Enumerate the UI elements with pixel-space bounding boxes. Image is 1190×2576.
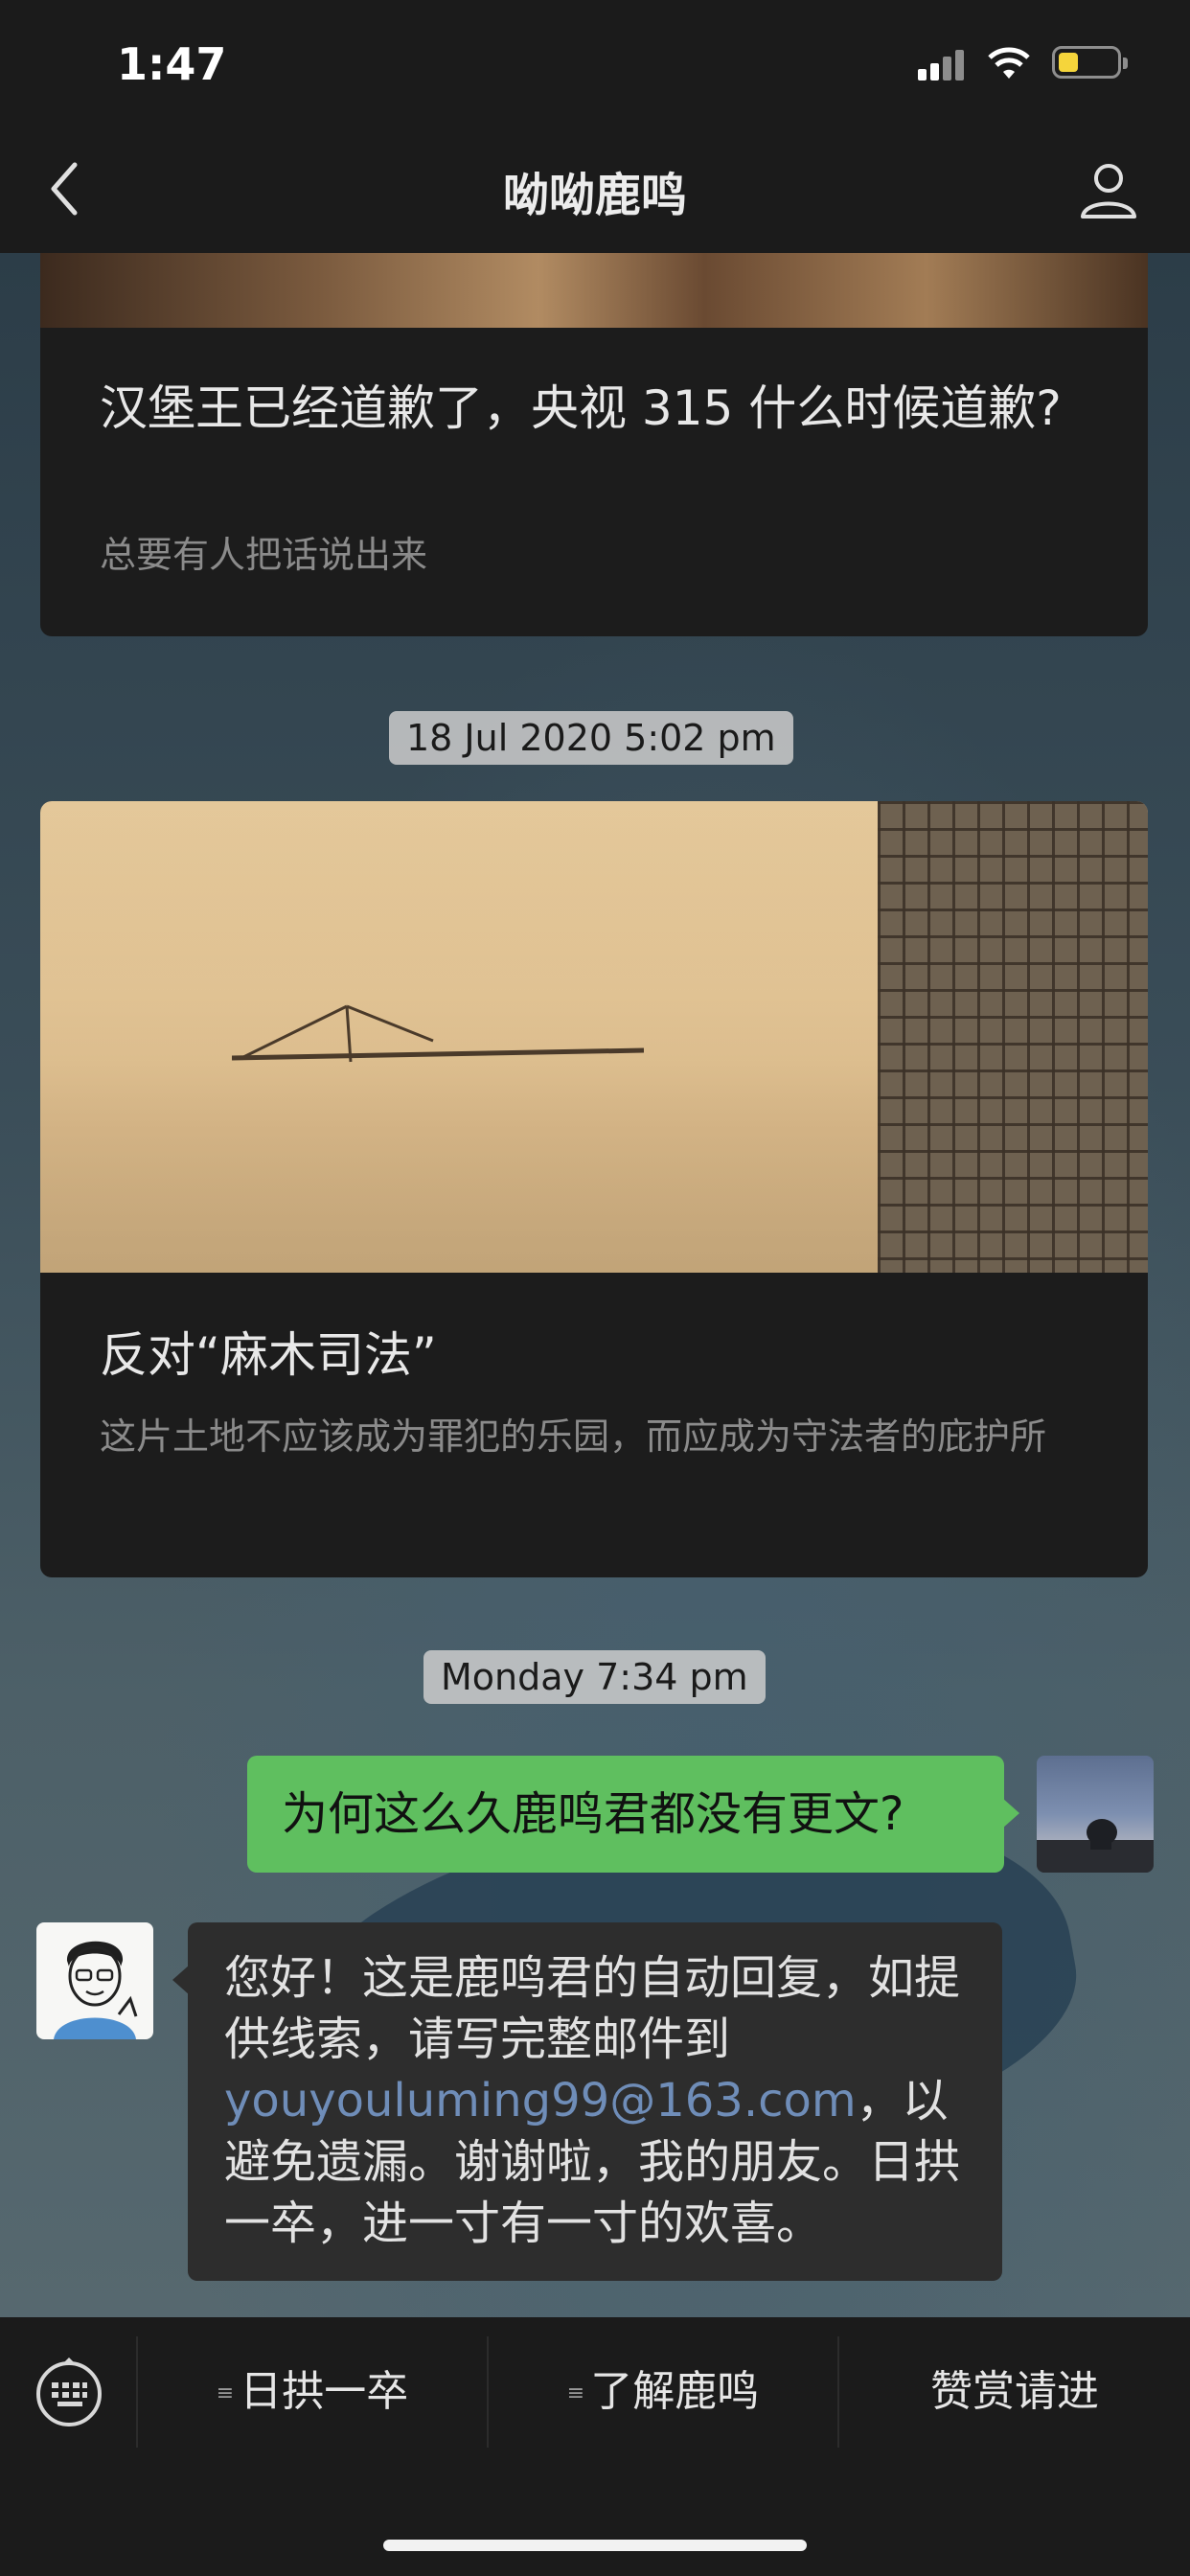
user-avatar[interactable] (1037, 1756, 1154, 1873)
article-title: 反对“麻木司法” (100, 1327, 437, 1383)
article-cover-image (40, 253, 1148, 328)
article-title: 汉堡王已经道歉了，央视 315 什么时候道歉? (100, 380, 1062, 436)
menu-item-label: 了解鹿鸣 (590, 2367, 760, 2416)
official-account-avatar[interactable] (36, 1922, 153, 2039)
official-account-menu-bar: ≡ 日拱一卒 ≡ 了解鹿鸣 赞赏请进 (0, 2317, 1190, 2576)
cellular-signal-icon (918, 48, 966, 80)
keyboard-toggle-icon[interactable] (33, 2356, 105, 2428)
top-bar: 1:47 呦呦鹿鸣 (0, 0, 1190, 253)
menu-item-label: 赞赏请进 (930, 2367, 1099, 2416)
reply-text: 您好！这是鹿鸣君的自动回复，如提供线索，请写完整邮件到 (224, 1951, 961, 2066)
wifi-icon (988, 47, 1030, 79)
article-subtitle: 这片土地不应该成为罪犯的乐园，而应成为守法者的庇护所 (100, 1415, 1047, 1458)
article-card[interactable]: 反对“麻木司法” 这片土地不应该成为罪犯的乐园，而应成为守法者的庇护所 (40, 801, 1148, 1577)
article-card[interactable]: 汉堡王已经道歉了，央视 315 什么时候道歉? 总要有人把话说出来 (40, 253, 1148, 636)
battery-icon (1052, 46, 1128, 79)
page-title: 呦呦鹿鸣 (502, 169, 687, 222)
submenu-icon: ≡ (566, 2381, 585, 2405)
article-subtitle: 总要有人把话说出来 (100, 534, 428, 576)
chat-timestamp: 18 Jul 2020 5:02 pm (389, 711, 793, 765)
profile-icon[interactable] (1077, 159, 1140, 222)
status-time: 1:47 (117, 38, 227, 90)
submenu-icon: ≡ (216, 2381, 235, 2405)
sent-message-bubble[interactable]: 为何这么久鹿鸣君都没有更文? (247, 1756, 1019, 1873)
menu-item-label: 日拱一卒 (240, 2367, 409, 2416)
article-cover-image (40, 801, 1148, 1273)
menu-item-about[interactable]: ≡ 了解鹿鸣 (489, 2333, 837, 2451)
email-link[interactable]: youyouluming99@163.com (224, 2074, 857, 2128)
chat-timestamp: Monday 7:34 pm (423, 1650, 766, 1704)
home-indicator[interactable] (383, 2540, 807, 2551)
received-message-bubble[interactable]: 您好！这是鹿鸣君的自动回复，如提供线索，请写完整邮件到 youyouluming… (172, 1922, 1002, 2281)
menu-item-donate[interactable]: 赞赏请进 (839, 2333, 1190, 2451)
menu-item-daily[interactable]: ≡ 日拱一卒 (138, 2333, 487, 2451)
crane-silhouette (232, 1004, 644, 1063)
building-silhouette (878, 801, 1148, 1273)
